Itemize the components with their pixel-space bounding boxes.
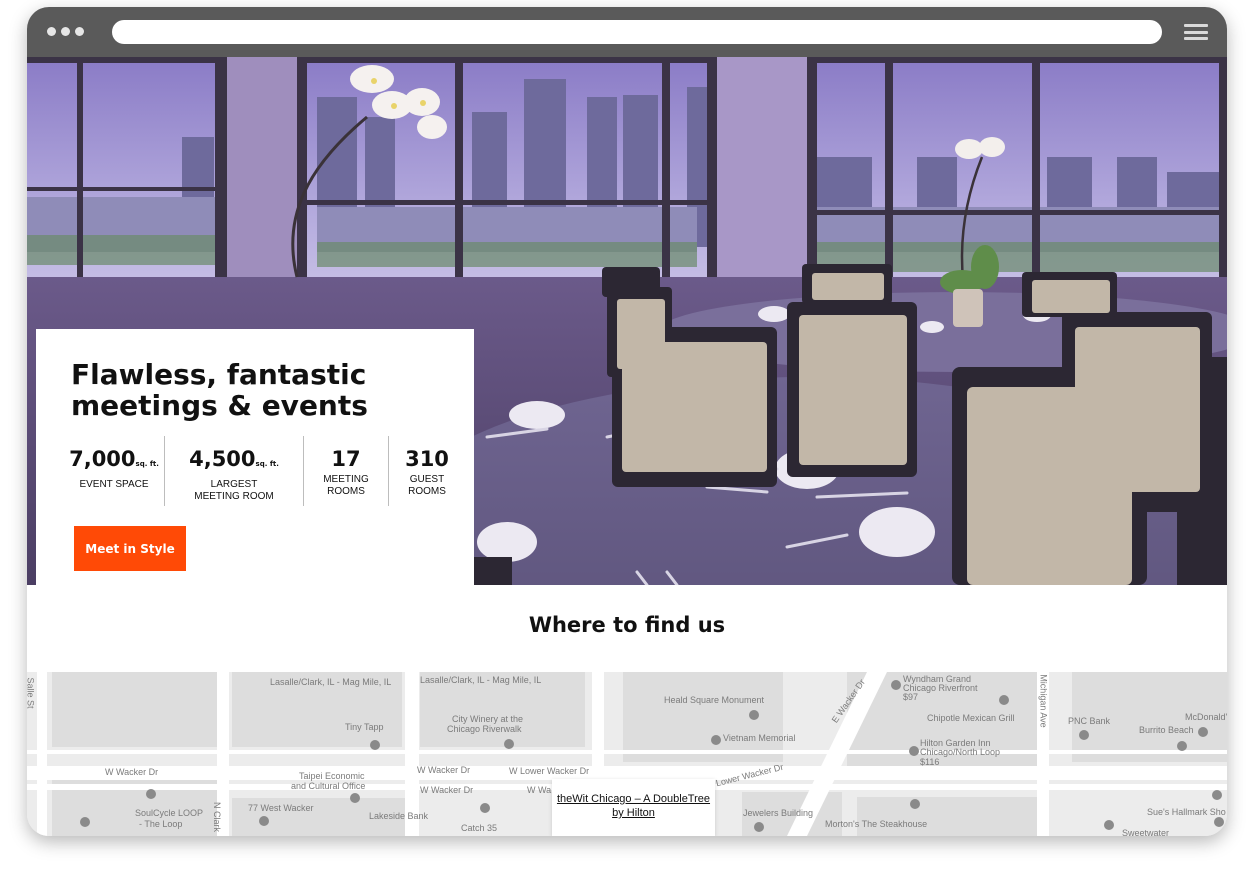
stat-label: MEETING ROOMS [323, 474, 369, 497]
menu-icon[interactable] [1184, 24, 1208, 40]
map-label: Sue's Hallmark Sho [1147, 807, 1226, 817]
window-dot-icon[interactable] [61, 27, 70, 36]
stat-label: GUEST ROOMS [408, 474, 446, 497]
stat-value: 310 [405, 447, 449, 471]
stat-value: 4,500 [189, 447, 256, 471]
map-label: W Lower Wacker Dr [509, 766, 590, 776]
map-label: Chicago Riverwalk [447, 724, 522, 734]
window-dot-icon[interactable] [47, 27, 56, 36]
map-label: Sweetwater [1122, 828, 1170, 836]
map-label: N Clark [212, 801, 223, 833]
map-label: Michigan Ave [1038, 674, 1049, 728]
hero-info-card: Flawless, fantastic meetings & events 7,… [36, 329, 474, 585]
stat-label: LARGEST MEETING ROOM [194, 479, 274, 502]
stat-event-space: 7,000sq. ft. EVENT SPACE [64, 436, 164, 506]
map-label: Heald Square Monument [664, 695, 765, 705]
map-label: Vietnam Memorial [723, 733, 796, 743]
map-label: McDonald's [1185, 712, 1227, 722]
stat-guest-rooms: 310 GUEST ROOMS [388, 436, 465, 506]
stat-unit: sq. ft. [135, 460, 159, 468]
map-label: Jewelers Building [743, 808, 814, 818]
map-label: Catch 35 [461, 823, 498, 833]
map-label: $97 [903, 692, 919, 702]
map-label: W Wacker Dr [105, 767, 159, 777]
hotel-map-link[interactable]: theWit Chicago – A DoubleTree by Hilton [552, 792, 715, 820]
map-label: SoulCycle LOOP [135, 808, 204, 818]
browser-titlebar [27, 7, 1227, 57]
stats-row: 7,000sq. ft. EVENT SPACE 4,500sq. ft. LA… [64, 436, 465, 506]
window-controls [47, 27, 84, 36]
map-label: $116 [920, 757, 940, 767]
hero-headline: Flawless, fantastic meetings & events [71, 358, 368, 422]
map-label: W Wacker Dr [420, 785, 474, 795]
map-label: Chipotle Mexican Grill [927, 713, 1015, 723]
map-label: Morton's The Steakhouse [825, 819, 928, 829]
map-label: and Cultural Office [291, 781, 366, 791]
meet-in-style-button[interactable]: Meet in Style [74, 526, 186, 571]
map-label: W Wa [527, 785, 552, 795]
stat-value: 7,000 [69, 447, 136, 471]
stat-value: 17 [331, 447, 361, 471]
map-label: Burrito Beach [1139, 725, 1194, 735]
window-dot-icon[interactable] [75, 27, 84, 36]
browser-window: Flawless, fantastic meetings & events 7,… [27, 7, 1227, 836]
map-label: W Wacker Dr [417, 765, 471, 775]
where-to-find-us-heading: Where to find us [528, 613, 726, 637]
map-label: 77 West Wacker [248, 803, 314, 813]
map-label: Salle St [27, 677, 36, 709]
map-label: Taipei Economic [299, 771, 365, 781]
map-label: - The Loop [139, 819, 183, 829]
map-label: PNC Bank [1068, 716, 1111, 726]
stat-largest-room: 4,500sq. ft. LARGEST MEETING ROOM [164, 436, 303, 506]
map-label: Lasalle/Clark, IL - Mag Mile, IL [420, 675, 542, 685]
map-label: Chicago/North Loop [920, 747, 1001, 757]
map-label: City Winery at the [452, 714, 524, 724]
stat-label: EVENT SPACE [79, 479, 149, 490]
map-label: Tiny Tapp [345, 722, 384, 732]
map-info-popup: theWit Chicago – A DoubleTree by Hilton [552, 779, 715, 836]
location-map[interactable]: Lasalle/Clark, IL - Mag Mile, IL Lasalle… [27, 672, 1227, 836]
stat-unit: sq. ft. [255, 460, 279, 468]
map-label: Lakeside Bank [369, 811, 429, 821]
hero-section: Flawless, fantastic meetings & events 7,… [27, 57, 1227, 585]
stat-meeting-rooms: 17 MEETING ROOMS [303, 436, 388, 506]
address-bar[interactable] [112, 20, 1162, 44]
map-label: Lasalle/Clark, IL - Mag Mile, IL [270, 677, 392, 687]
